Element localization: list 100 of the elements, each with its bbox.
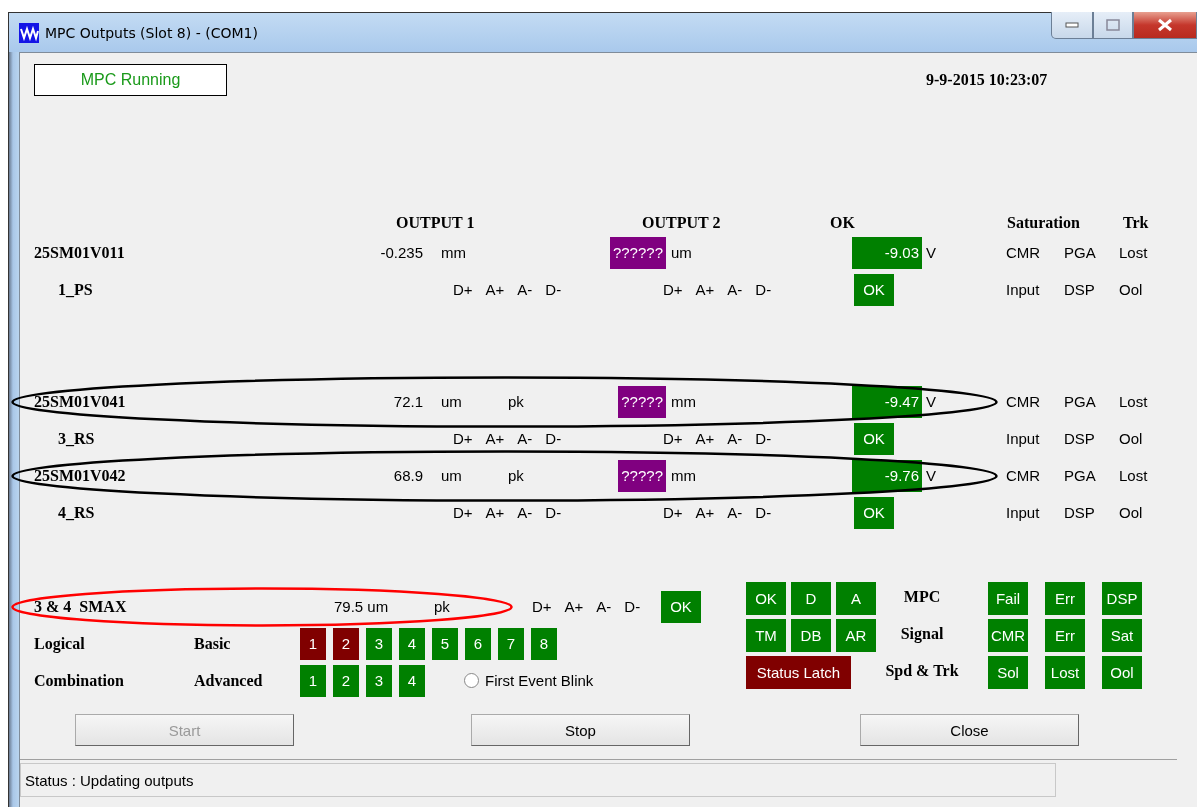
maximize-button[interactable] (1093, 12, 1133, 39)
saturation-label: Lost (1119, 467, 1149, 484)
saturation-label: Lost (1119, 244, 1149, 261)
flag-label: D+ (663, 281, 683, 298)
status-indicator: Lost (1045, 656, 1085, 689)
saturation-label: Lost (1119, 393, 1149, 410)
flag-label: D- (755, 504, 772, 521)
column-header: OK (830, 214, 856, 232)
peak-label: pk (507, 467, 525, 484)
status-indicator: Err (1045, 619, 1085, 652)
output-value: ????? (618, 459, 666, 492)
flag-label: D- (545, 504, 562, 521)
flag-label: D- (545, 281, 562, 298)
logic-indicator: 7 (498, 627, 524, 660)
status-label: Input (1006, 430, 1041, 447)
ok-indicator: OK (854, 496, 894, 529)
status-indicator: A (836, 582, 876, 615)
peak-label: pk (507, 393, 525, 410)
flag-label: D+ (453, 504, 473, 521)
status-indicator: Err (1045, 582, 1085, 615)
run-state-label: MPC Running (34, 64, 227, 96)
unit-label: V (925, 467, 937, 484)
column-header: OUTPUT 1 (396, 214, 476, 232)
row-type-label: Basic (194, 634, 231, 652)
timestamp: 9-9-2015 10:23:07 (926, 71, 1049, 89)
flag-label: D+ (453, 281, 473, 298)
sensor-name: 1_PS (57, 280, 94, 299)
status-indicator: Ool (1102, 656, 1142, 689)
output-value: 79.5 um (334, 598, 390, 615)
action-button[interactable]: Close (860, 714, 1079, 746)
flag-label: A- (596, 598, 612, 615)
status-indicator: Sol (988, 656, 1028, 689)
unit-label: um (440, 467, 463, 484)
voltage-value: -9.03 (852, 236, 922, 269)
logic-indicator: 6 (465, 627, 491, 660)
unit-label: V (925, 244, 937, 261)
ok-indicator: OK (854, 273, 894, 306)
logic-indicator: 4 (399, 627, 425, 660)
unit-label: mm (440, 244, 467, 261)
column-header: Saturation (1007, 214, 1081, 232)
flag-label: A- (727, 430, 743, 447)
peak-label: pk (434, 598, 451, 615)
logic-indicator: 1 (300, 627, 326, 660)
logic-indicator: 3 (366, 664, 392, 697)
flag-label: A+ (485, 281, 505, 298)
group-label: Spd & Trk (884, 661, 960, 680)
status-label: Input (1006, 504, 1041, 521)
close-icon (1157, 18, 1173, 32)
unit-label: um (670, 244, 693, 261)
row-type-label: Advanced (194, 671, 263, 689)
flag-label: A+ (695, 281, 715, 298)
maximize-icon (1106, 19, 1120, 31)
ok-indicator: OK (661, 590, 701, 623)
logic-indicator: 5 (432, 627, 458, 660)
status-label: DSP (1064, 430, 1096, 447)
flag-label: A+ (564, 598, 584, 615)
status-indicator: Status Latch (746, 656, 851, 689)
saturation-label: CMR (1006, 467, 1042, 484)
saturation-label: CMR (1006, 244, 1042, 261)
status-indicator: DB (791, 619, 831, 652)
output-value: -0.235 (379, 244, 424, 261)
row-label: Combination (34, 671, 124, 689)
status-indicator: TM (746, 619, 786, 652)
status-label: Input (1006, 281, 1041, 298)
logic-indicator: 8 (531, 627, 557, 660)
action-button[interactable]: Stop (471, 714, 690, 746)
output-value: ?????? (609, 236, 666, 269)
flag-label: D+ (532, 598, 552, 615)
flag-label: A- (517, 504, 533, 521)
group-label: MPC (902, 587, 942, 606)
ok-indicator: OK (854, 422, 894, 455)
flag-label: D+ (663, 430, 683, 447)
flag-label: D+ (453, 430, 473, 447)
row-label: Logical (34, 634, 85, 652)
flag-label: A- (727, 281, 743, 298)
minimize-button[interactable] (1051, 12, 1093, 39)
first-event-blink-radio[interactable]: First Event Blink (464, 672, 594, 689)
status-indicator: Fail (988, 582, 1028, 615)
saturation-label: CMR (1006, 393, 1042, 410)
close-button[interactable] (1133, 12, 1197, 39)
voltage-value: -9.47 (852, 385, 922, 418)
status-bar: Status : Updating outputs (20, 763, 1056, 797)
status-indicator: Sat (1102, 619, 1142, 652)
logic-indicator: 3 (366, 627, 392, 660)
output-value: 68.9 (392, 467, 424, 484)
flag-label: D- (624, 598, 641, 615)
flag-label: A- (517, 281, 533, 298)
wave-icon (19, 22, 39, 43)
logic-indicator: 4 (399, 664, 425, 697)
status-label: DSP (1064, 504, 1096, 521)
status-label: DSP (1064, 281, 1096, 298)
unit-label: mm (670, 393, 697, 410)
channel-name: 25SM01V042 (34, 466, 127, 485)
flag-label: A- (727, 504, 743, 521)
status-indicator: OK (746, 582, 786, 615)
status-indicator: DSP (1102, 582, 1142, 615)
unit-label: V (925, 393, 937, 410)
saturation-label: PGA (1064, 393, 1097, 410)
channel-name: 25SM01V011 (34, 243, 126, 262)
status-indicator: AR (836, 619, 876, 652)
